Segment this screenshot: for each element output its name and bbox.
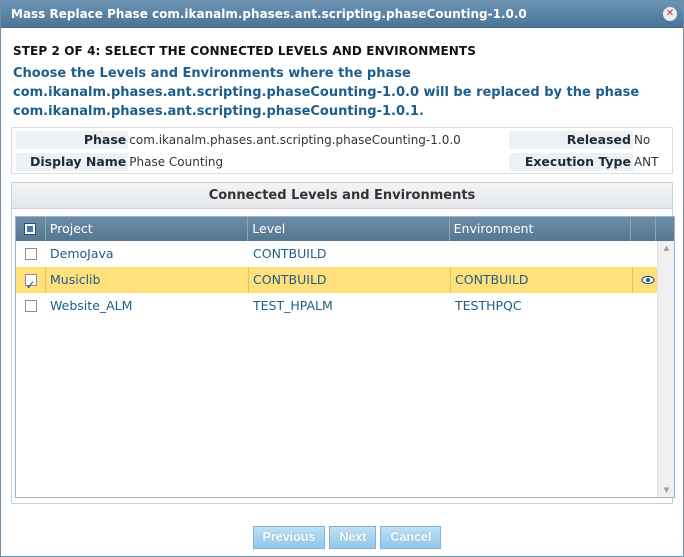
display-name-value: Phase Counting	[129, 155, 224, 169]
scroll-up-icon[interactable]: ▲	[658, 241, 674, 255]
dialog-title: Mass Replace Phase com.ikanalm.phases.an…	[11, 7, 527, 21]
mass-replace-phase-dialog: Mass Replace Phase com.ikanalm.phases.an…	[0, 0, 684, 557]
execution-type-label: Execution Type	[508, 153, 633, 171]
description-line-1: Choose the Levels and Environments where…	[13, 66, 411, 81]
row-project: Musiclib	[46, 267, 249, 293]
column-environment[interactable]: Environment	[450, 217, 632, 241]
row-project: Website_ALM	[50, 298, 133, 313]
phase-value: com.ikanalm.phases.ant.scripting.phaseCo…	[129, 133, 461, 147]
row-checkbox-cell	[16, 241, 46, 267]
column-project[interactable]: Project	[46, 217, 249, 241]
table-row[interactable]: DemoJava CONTBUILD	[16, 241, 674, 267]
levels-table: Project Level Environment DemoJava CONTB…	[15, 216, 675, 498]
phase-info-panel: Phase com.ikanalm.phases.ant.scripting.p…	[11, 127, 673, 174]
connected-levels-panel: Connected Levels and Environments Projec…	[11, 182, 675, 504]
column-actions	[631, 217, 657, 241]
close-icon[interactable]: ✕	[663, 7, 677, 21]
previous-button[interactable]: Previous	[252, 526, 326, 549]
step-description: Choose the Levels and Environments where…	[13, 64, 653, 121]
row-action-cell	[633, 293, 658, 319]
row-environment: CONTBUILD	[451, 267, 633, 293]
description-line-2: com.ikanalm.phases.ant.scripting.phaseCo…	[13, 85, 640, 100]
view-eye-icon[interactable]	[633, 267, 658, 293]
table-scrollbar[interactable]: ▲ ▼	[657, 241, 674, 497]
row-project: DemoJava	[50, 246, 114, 261]
select-all-checkbox[interactable]	[16, 217, 46, 241]
execution-type-value: ANT	[633, 155, 659, 169]
step-heading: STEP 2 OF 4: SELECT THE CONNECTED LEVELS…	[13, 44, 476, 58]
info-row-phase: Phase com.ikanalm.phases.ant.scripting.p…	[12, 130, 672, 150]
table-header: Project Level Environment	[16, 217, 674, 241]
next-button[interactable]: Next	[329, 526, 377, 549]
phase-label: Phase	[16, 131, 129, 149]
column-level[interactable]: Level	[248, 217, 450, 241]
select-all-icon	[24, 223, 37, 235]
dialog-title-bar[interactable]: Mass Replace Phase com.ikanalm.phases.an…	[1, 1, 683, 28]
row-checkbox-cell	[16, 267, 46, 293]
column-scroll-spacer	[656, 217, 674, 241]
row-checkbox-cell	[16, 293, 46, 319]
row-checkbox-checked[interactable]	[24, 272, 37, 293]
row-environment	[451, 241, 633, 267]
row-level: CONTBUILD	[253, 246, 327, 261]
dialog-footer: Previous Next Cancel	[1, 526, 684, 549]
row-action-cell	[633, 241, 658, 267]
grid-title: Connected Levels and Environments	[12, 183, 672, 209]
display-name-label: Display Name	[16, 153, 129, 171]
table-row[interactable]: Website_ALM TEST_HPALM TESTHPQC	[16, 293, 674, 319]
dialog-content: STEP 2 OF 4: SELECT THE CONNECTED LEVELS…	[1, 44, 683, 504]
row-level: TEST_HPALM	[253, 298, 333, 313]
row-level: CONTBUILD	[249, 267, 451, 293]
released-label: Released	[508, 131, 633, 149]
scroll-down-icon[interactable]: ▼	[658, 483, 674, 497]
description-line-3: com.ikanalm.phases.ant.scripting.phaseCo…	[13, 104, 424, 119]
table-row-selected[interactable]: Musiclib CONTBUILD CONTBUILD	[16, 267, 674, 293]
cancel-button[interactable]: Cancel	[380, 526, 442, 549]
row-checkbox[interactable]	[25, 248, 37, 260]
row-environment: TESTHPQC	[455, 298, 522, 313]
row-checkbox[interactable]	[25, 300, 37, 312]
released-value: No	[633, 133, 651, 147]
info-row-display-name: Display Name Phase Counting Execution Ty…	[12, 152, 672, 172]
